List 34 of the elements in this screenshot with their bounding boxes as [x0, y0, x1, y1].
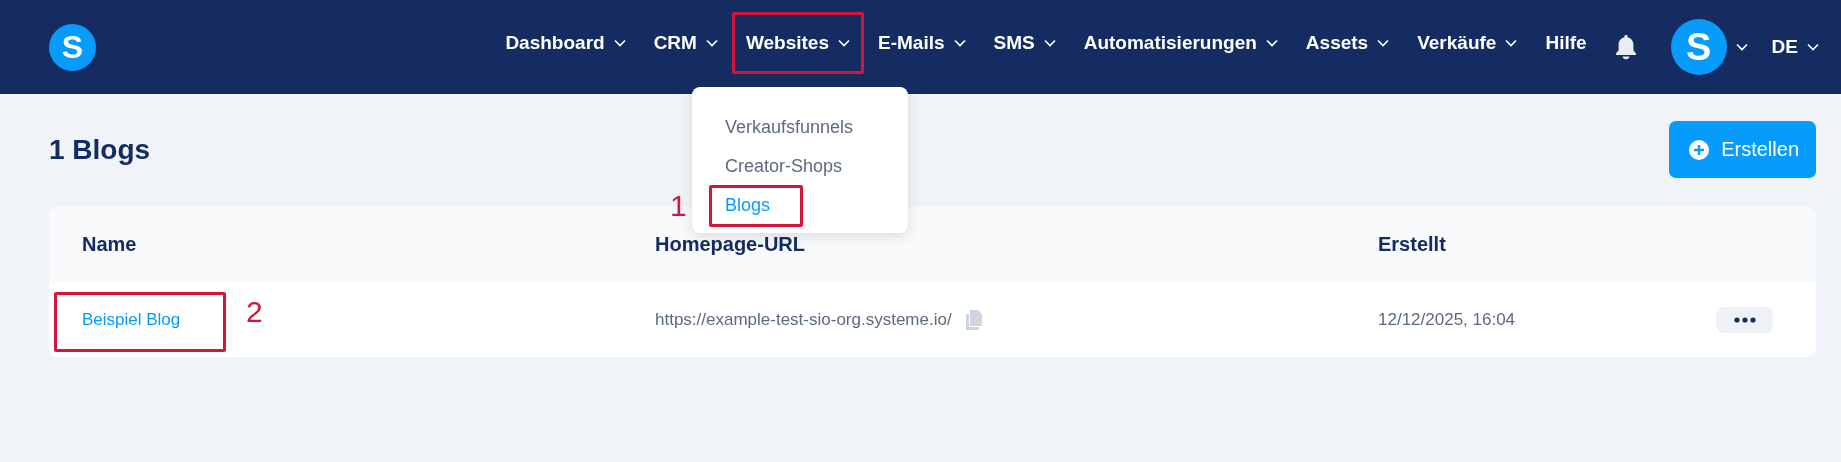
nav-menu-item[interactable]: Automatisierungen	[1069, 12, 1292, 74]
language-selector[interactable]: DE	[1771, 36, 1819, 58]
more-button[interactable]	[1716, 306, 1773, 333]
page-title: 1 Blogs	[49, 133, 151, 166]
caret-icon	[1505, 39, 1518, 47]
nav-menu-item[interactable]: E-Mails	[864, 12, 980, 74]
plus-icon	[1689, 139, 1710, 160]
caret-icon	[613, 39, 626, 47]
column-header: Homepage-URL	[655, 233, 806, 256]
caret-icon	[838, 39, 850, 47]
column-header: Name	[82, 233, 138, 256]
dropdown-item[interactable]: Creator-Shops	[724, 154, 842, 178]
caret-icon	[1265, 39, 1278, 47]
caret-icon	[1807, 43, 1819, 51]
nav-menu-item[interactable]: Assets	[1291, 12, 1404, 74]
dropdown-item[interactable]: Verkaufsfunnels	[724, 115, 853, 139]
nav-menu-item[interactable]: CRM	[639, 12, 732, 74]
caret-icon	[705, 39, 718, 47]
caret-icon	[1043, 39, 1056, 47]
step-number: 1	[669, 191, 687, 221]
column-header: Erstellt	[1378, 233, 1447, 256]
nav-menu-item[interactable]: SMS	[979, 12, 1070, 74]
date-text: 12/12/2025, 16:04	[1378, 309, 1517, 330]
nav-menu-item[interactable]: Verkäufe	[1403, 12, 1532, 74]
caret-icon	[953, 39, 966, 47]
nav-menu-item[interactable]: Websites	[731, 12, 864, 74]
dots-icon	[1733, 316, 1756, 323]
caret-icon	[1377, 39, 1390, 47]
nav-menu-item[interactable]: Dashboard	[491, 12, 640, 74]
bell-icon[interactable]	[1614, 34, 1637, 60]
caret-icon	[1735, 43, 1748, 51]
url-text: https://example-test-sio-org.systeme.io/	[655, 309, 952, 330]
nav-link[interactable]: Hilfe	[1531, 12, 1601, 74]
step-number: 2	[246, 296, 263, 327]
